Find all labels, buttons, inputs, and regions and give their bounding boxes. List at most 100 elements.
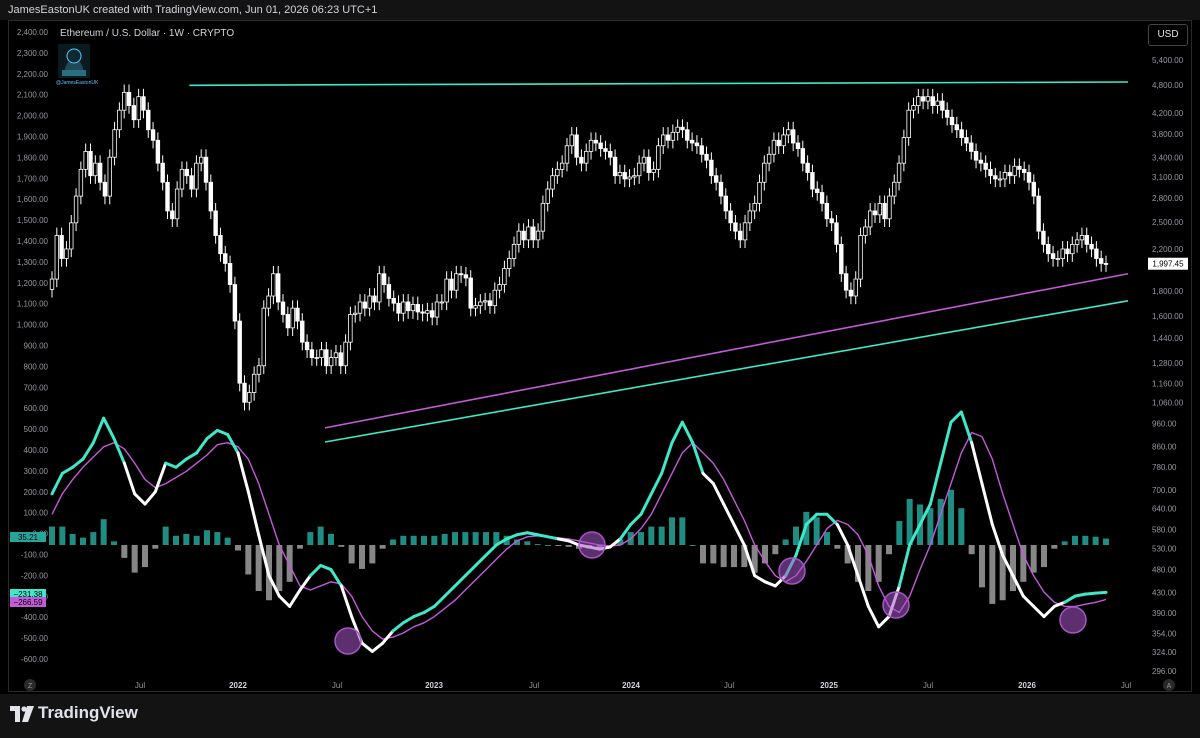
candle-body xyxy=(709,159,714,177)
last-price-label: 1,997.45 xyxy=(1152,260,1184,269)
zoom-button-icon: Z xyxy=(28,683,33,690)
currency-button[interactable]: USD xyxy=(1148,24,1188,46)
macd-line-segment xyxy=(195,437,209,455)
macd-line-segment xyxy=(536,533,550,539)
right-axis-tick: 2,200.00 xyxy=(1152,245,1184,254)
candle-body xyxy=(458,273,464,276)
histogram-bar xyxy=(131,545,138,573)
right-axis-tick: 640.00 xyxy=(1152,505,1177,514)
candle-body xyxy=(362,301,368,309)
left-axis-tick: 1,000.00 xyxy=(17,321,49,330)
candle-body xyxy=(410,304,416,312)
chart-canvas[interactable]: 2,400.00 2,300.00 2,200.00 2,100.00 2,000.00… xyxy=(0,0,1200,738)
x-axis-tick: Jul xyxy=(1121,681,1131,690)
candle-body xyxy=(1103,263,1109,265)
candle-body xyxy=(1031,181,1037,197)
candle-body xyxy=(940,100,945,111)
histogram-bar xyxy=(1092,536,1099,545)
macd-line-segment xyxy=(91,416,106,445)
candle-body xyxy=(444,278,449,303)
candle-body xyxy=(997,178,1003,181)
x-axis-tick: 2025 xyxy=(820,681,838,690)
left-axis-tick: 900.00 xyxy=(24,342,49,351)
candle-body xyxy=(569,134,574,147)
macd-line-segment xyxy=(1032,604,1046,619)
histogram-bar xyxy=(59,526,66,545)
candle-body xyxy=(198,156,204,164)
candle-body xyxy=(516,230,522,245)
candle-body xyxy=(227,263,233,285)
histogram-bar xyxy=(824,532,830,545)
candle-body xyxy=(333,352,339,358)
candle-body xyxy=(930,96,935,106)
candle-body xyxy=(723,195,728,212)
left-axis-tick: 1,300.00 xyxy=(17,258,49,267)
candle-body xyxy=(983,162,988,170)
histogram-bar xyxy=(348,545,355,564)
histogram-bar xyxy=(545,545,551,546)
candle-body xyxy=(319,349,324,358)
candle-body xyxy=(213,210,218,236)
candle-body xyxy=(511,243,517,259)
candle-body xyxy=(121,91,127,111)
macd-line-segment xyxy=(1063,594,1077,604)
candle-body xyxy=(555,168,560,177)
candle-body xyxy=(757,181,762,204)
histogram-bar xyxy=(483,532,489,545)
candle-body xyxy=(964,137,969,144)
candle-body xyxy=(174,188,180,220)
candle-body xyxy=(1089,243,1094,250)
candle-body xyxy=(839,243,844,275)
macd-line-segment xyxy=(711,482,726,506)
candle-body xyxy=(892,181,897,197)
left-axis-tick: 1,800.00 xyxy=(17,153,49,162)
histogram-bar xyxy=(338,545,345,547)
candle-body xyxy=(617,172,623,177)
candle-body xyxy=(203,156,209,183)
candle-body xyxy=(718,181,724,197)
histogram-bar xyxy=(235,545,241,551)
right-axis-tick: 4,800.00 xyxy=(1152,81,1184,90)
candle-body xyxy=(112,129,117,158)
histogram-bar xyxy=(1030,545,1037,573)
candle-body xyxy=(877,202,882,216)
candle-body xyxy=(218,235,223,255)
candle-body xyxy=(338,352,343,367)
macd-line-segment xyxy=(71,457,85,469)
candle-body xyxy=(165,181,170,212)
tradingview-logo-icon xyxy=(10,706,34,722)
left-axis-tick: 700.00 xyxy=(24,383,49,392)
right-axis-tick: 3,800.00 xyxy=(1152,130,1184,139)
macd-line-segment xyxy=(474,553,488,567)
candle-body xyxy=(367,295,372,309)
candle-body xyxy=(752,202,757,212)
candle-body xyxy=(1060,248,1065,259)
candle-body xyxy=(478,301,483,307)
histogram-bar xyxy=(152,545,159,549)
histogram-bar xyxy=(183,533,190,545)
histogram-bar xyxy=(100,519,107,545)
candle-body xyxy=(194,162,199,190)
histogram-bar xyxy=(958,508,965,545)
histogram-bar xyxy=(255,545,262,592)
candle-body xyxy=(776,139,781,147)
candle-body xyxy=(656,145,661,170)
macd-line-segment xyxy=(391,621,405,633)
macd-line-segment xyxy=(370,641,385,653)
candle-body xyxy=(328,357,334,367)
candle-body xyxy=(396,302,401,314)
histogram-bar xyxy=(276,545,283,592)
x-axis-tick: 2023 xyxy=(425,681,443,690)
candle-body xyxy=(944,109,950,118)
candle-body xyxy=(978,159,984,164)
macd-line-segment xyxy=(722,502,736,527)
right-axis-tick: 354.00 xyxy=(1152,629,1177,638)
candle-body xyxy=(1070,243,1075,255)
author-handle: @JamesEastonUK xyxy=(56,80,99,86)
histogram-bar xyxy=(524,541,531,545)
candle-body xyxy=(738,230,743,241)
macd-line-segment xyxy=(525,531,540,537)
candle-body xyxy=(728,210,733,224)
histogram-bar xyxy=(410,535,417,545)
macd-line-segment xyxy=(81,441,95,461)
